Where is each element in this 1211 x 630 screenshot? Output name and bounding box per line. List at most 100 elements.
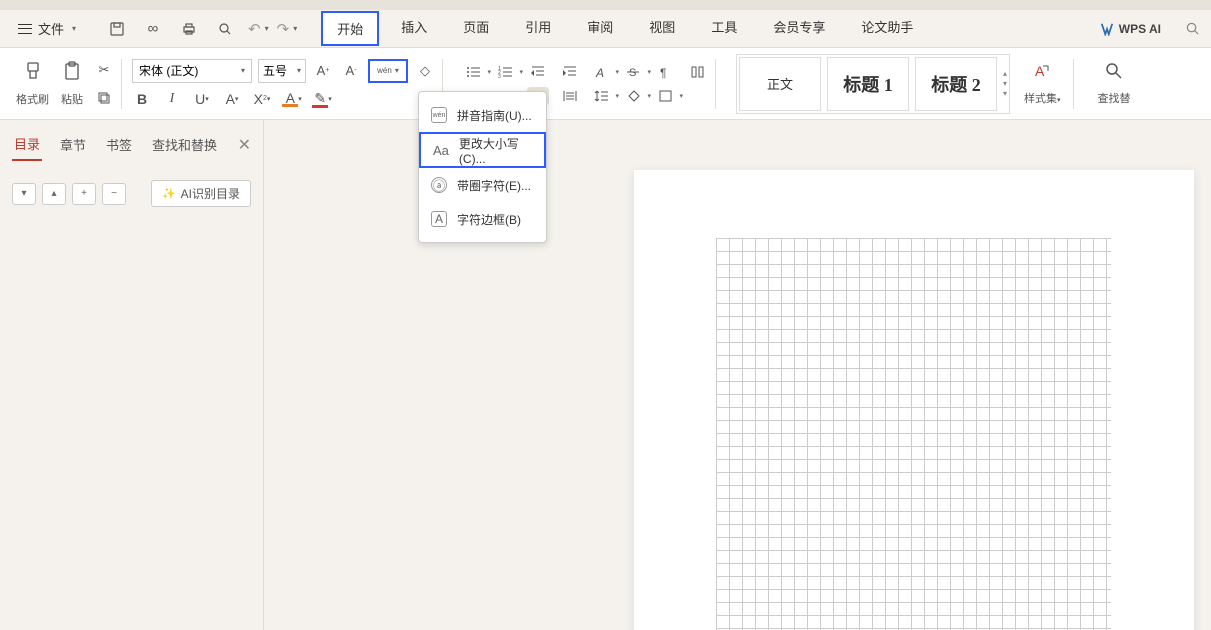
styles-pane-button[interactable]: A 样式集▾ (1018, 61, 1067, 106)
font-name-select[interactable]: 宋体 (正文) ▾ (132, 59, 252, 83)
charborder-icon: A (431, 211, 447, 227)
columns-button[interactable] (687, 63, 709, 81)
separator (715, 59, 716, 109)
preview-icon[interactable] (216, 20, 234, 38)
text-effects-button[interactable]: A▾ (591, 63, 613, 81)
stab-findreplace[interactable]: 查找和替换 (150, 129, 219, 160)
right-tools: WPS AI (1100, 20, 1201, 38)
add-button[interactable]: + (72, 183, 96, 205)
line-spacing-button[interactable]: ▾ (591, 87, 613, 105)
paste-button[interactable]: 粘贴 (55, 60, 89, 107)
clear-format-button[interactable]: ◇ (414, 60, 436, 82)
workspace: 目录 章节 书签 查找和替换 ✕ ▾ ▴ + − ✨ AI识别目录 (0, 120, 1211, 630)
chevron-down-icon: ▾ (241, 66, 245, 75)
style-gallery: 正文 标题 1 标题 2 ▴▾▾ (736, 54, 1010, 114)
page[interactable] (634, 170, 1194, 630)
side-tools: ▾ ▴ + − ✨ AI识别目录 (0, 170, 263, 217)
wps-ai-button[interactable]: WPS AI (1100, 22, 1161, 36)
font-controls: 宋体 (正文) ▾ 五号 ▾ A+ A- wén ▾ ◇ B I U▾ A▾ X… (132, 59, 436, 109)
tab-home[interactable]: 开始 (321, 11, 379, 46)
bold-button[interactable]: B (132, 89, 152, 109)
grow-font-button[interactable]: A+ (312, 60, 334, 82)
pinyin-dropdown-button[interactable]: wén ▾ (368, 59, 408, 83)
font-color-button[interactable]: A▾ (282, 89, 302, 109)
find-replace-button[interactable]: 查找替 (1098, 61, 1131, 106)
style-heading2[interactable]: 标题 2 (915, 57, 997, 111)
style-scroll[interactable]: ▴▾▾ (1003, 69, 1007, 98)
collapse-up-button[interactable]: ▴ (42, 183, 66, 205)
ai-toc-button[interactable]: ✨ AI识别目录 (151, 180, 251, 207)
copy-button[interactable] (93, 87, 115, 109)
save-icon[interactable] (108, 20, 126, 38)
tab-thesis[interactable]: 论文助手 (847, 11, 927, 46)
tab-tools[interactable]: 工具 (697, 11, 751, 46)
tab-member[interactable]: 会员专享 (759, 11, 839, 46)
side-panel: 目录 章节 书签 查找和替换 ✕ ▾ ▴ + − ✨ AI识别目录 (0, 120, 264, 630)
document-area[interactable] (264, 120, 1211, 630)
main-tabs: 开始 插入 页面 引用 审阅 视图 工具 会员专享 论文助手 (321, 11, 927, 46)
expand-down-button[interactable]: ▾ (12, 183, 36, 205)
dd-change-case[interactable]: Aa 更改大小写(C)... (419, 132, 546, 168)
chevron-down-icon: ▾ (395, 66, 399, 75)
strikethrough-button[interactable]: A▾ (222, 89, 242, 109)
enclose-icon: ⓐ (431, 177, 447, 193)
svg-text:¶: ¶ (660, 66, 666, 79)
stab-chapter[interactable]: 章节 (58, 129, 88, 160)
border-button[interactable]: ▾ (655, 87, 677, 105)
file-menu[interactable]: 文件 ▾ (10, 15, 84, 42)
print-icon[interactable] (180, 20, 198, 38)
ai-icon: ✨ (162, 187, 176, 200)
search-icon[interactable] (1183, 20, 1201, 38)
stab-toc[interactable]: 目录 (12, 128, 42, 161)
underline-button[interactable]: U▾ (192, 89, 212, 109)
italic-button[interactable]: I (162, 89, 182, 109)
wps-ai-icon (1100, 22, 1114, 36)
search-icon (1104, 61, 1124, 87)
ribbon: 格式刷 粘贴 ✂ 宋体 (正文) ▾ 五号 ▾ A+ A- wén (0, 48, 1211, 120)
file-label: 文件 (38, 19, 64, 38)
paragraph-mark-button[interactable]: ¶ (655, 63, 677, 81)
chevron-down-icon: ▾ (297, 66, 301, 75)
format-brush-button[interactable]: 格式刷 (10, 60, 55, 107)
writing-grid (716, 238, 1111, 630)
strikethrough2-button[interactable]: S▾ (623, 63, 645, 81)
distribute-button[interactable] (559, 87, 581, 105)
menu-bar: 文件 ▾ ∞ ↶▾ ↷▾ 开始 插入 页面 引用 审阅 视图 工具 会员专享 论… (0, 10, 1211, 48)
indent-button[interactable] (559, 63, 581, 81)
svg-text:A: A (1035, 63, 1045, 79)
tab-view[interactable]: 视图 (635, 11, 689, 46)
quick-access-toolbar: ∞ (108, 20, 234, 38)
dd-pinyin-guide[interactable]: wén 拼音指南(U)... (419, 98, 546, 132)
dd-char-border[interactable]: A 字符边框(B) (419, 202, 546, 236)
close-icon[interactable]: ✕ (238, 135, 251, 155)
cut-button[interactable]: ✂ (93, 59, 115, 81)
bullet-list-button[interactable]: ▾ (463, 63, 485, 81)
dd-enclose-char[interactable]: ⓐ 带圈字符(E)... (419, 168, 546, 202)
highlight-button[interactable]: ✎▾ (312, 89, 332, 109)
link-icon[interactable]: ∞ (144, 20, 162, 38)
shrink-font-button[interactable]: A- (340, 60, 362, 82)
pinyin-icon: wén (431, 107, 447, 123)
undo-button[interactable]: ↶▾ (248, 20, 269, 38)
changecase-icon: Aa (433, 142, 449, 158)
tab-page[interactable]: 页面 (449, 11, 503, 46)
tab-review[interactable]: 审阅 (573, 11, 627, 46)
styles-icon: A (1032, 61, 1052, 87)
number-list-button[interactable]: 123▾ (495, 63, 517, 81)
shading-button[interactable]: ▾ (623, 87, 645, 105)
tab-insert[interactable]: 插入 (387, 11, 441, 46)
superscript-button[interactable]: X2▾ (252, 89, 272, 109)
style-body[interactable]: 正文 (739, 57, 821, 111)
outdent-button[interactable] (527, 63, 549, 81)
hamburger-icon (18, 24, 32, 34)
side-panel-tabs: 目录 章节 书签 查找和替换 ✕ (0, 120, 263, 170)
font-size-select[interactable]: 五号 ▾ (258, 59, 306, 83)
stab-bookmark[interactable]: 书签 (104, 129, 134, 160)
remove-button[interactable]: − (102, 183, 126, 205)
document-tabs-bar (0, 0, 1211, 10)
separator (121, 59, 122, 109)
separator (1073, 59, 1074, 109)
redo-button[interactable]: ↷▾ (277, 20, 298, 38)
style-heading1[interactable]: 标题 1 (827, 57, 909, 111)
tab-reference[interactable]: 引用 (511, 11, 565, 46)
